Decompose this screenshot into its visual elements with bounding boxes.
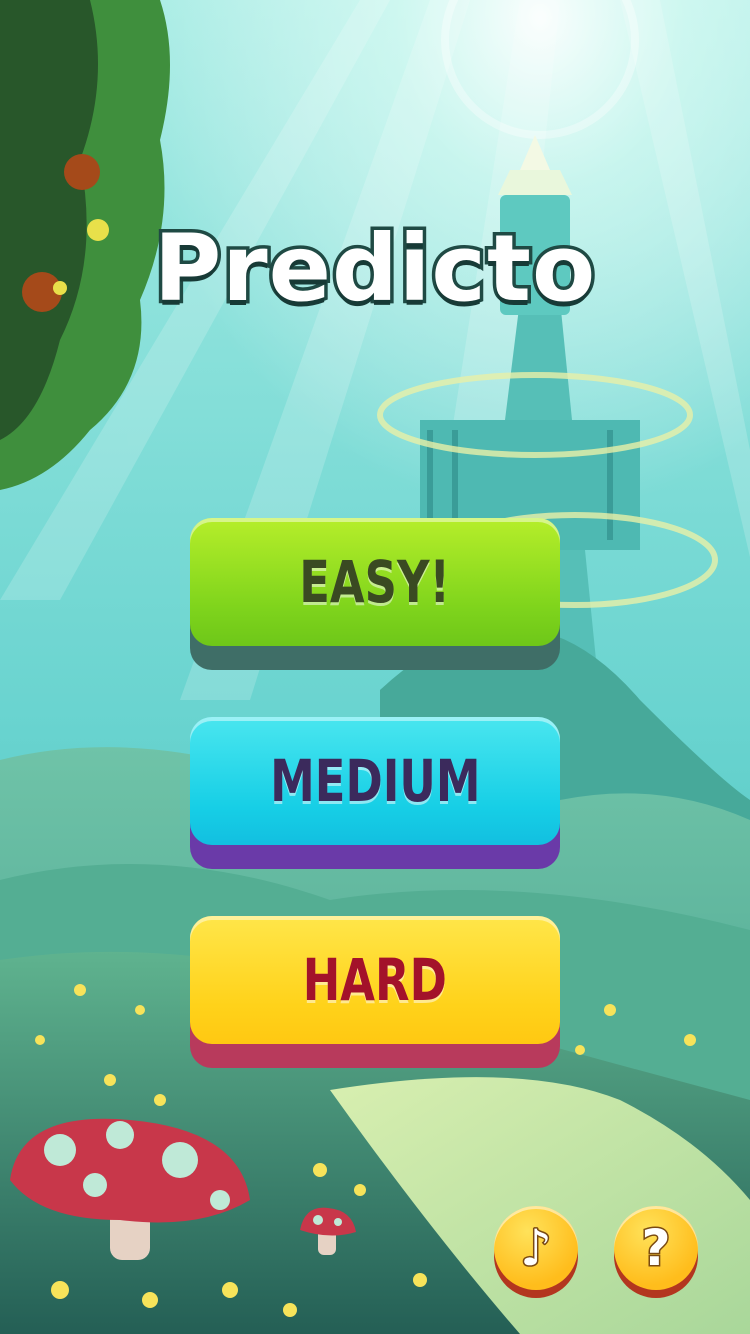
medium-button-face: MEDIUM	[190, 717, 560, 845]
hard-button[interactable]: HARD	[190, 916, 560, 1068]
music-button[interactable]: ♪	[494, 1206, 578, 1298]
help-button[interactable]: ?	[614, 1206, 698, 1298]
easy-button-face: EASY!	[190, 518, 560, 646]
help-button-face: ?	[614, 1206, 698, 1290]
medium-button-label: MEDIUM	[269, 747, 481, 815]
question-mark-icon: ?	[640, 1219, 672, 1277]
music-note-icon: ♪	[519, 1219, 554, 1277]
game-title: Predicto	[150, 212, 598, 326]
hard-button-label: HARD	[302, 946, 448, 1014]
easy-button-label: EASY!	[299, 548, 451, 616]
hard-button-face: HARD	[190, 916, 560, 1044]
medium-button[interactable]: MEDIUM	[190, 717, 560, 869]
music-button-face: ♪	[494, 1206, 578, 1290]
easy-button[interactable]: EASY!	[190, 518, 560, 670]
